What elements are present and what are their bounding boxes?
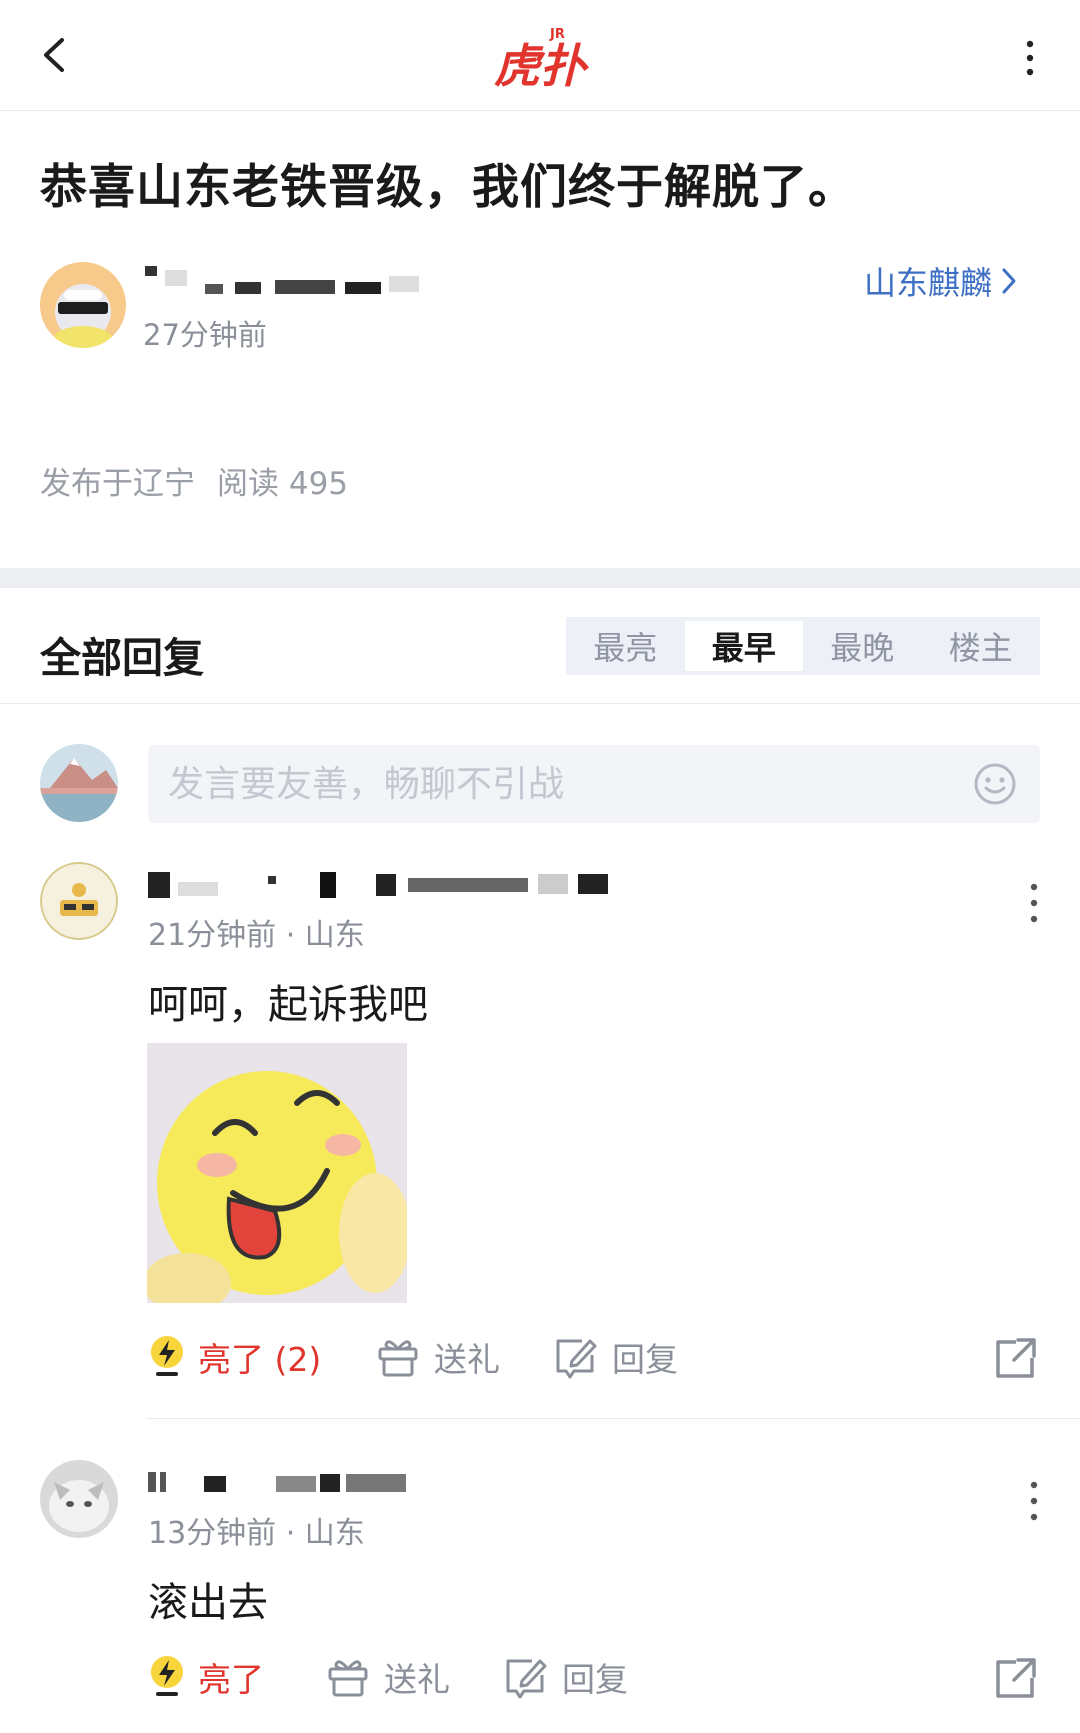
comment-text: 滚出去 bbox=[148, 1580, 268, 1626]
comment-meta: 21分钟前 · 山东 bbox=[148, 918, 365, 953]
comment-author-redacted bbox=[148, 1472, 406, 1492]
comment-avatar[interactable] bbox=[40, 862, 118, 940]
emoji-icon[interactable] bbox=[972, 761, 1018, 807]
comment-divider bbox=[146, 1418, 1080, 1419]
edit-reply-icon bbox=[556, 1339, 597, 1379]
post-meta: 发布于辽宁 阅读 495 bbox=[40, 458, 348, 503]
board-link[interactable]: 山东麒麟 bbox=[864, 258, 1018, 304]
comment-text: 呵呵，起诉我吧 bbox=[148, 982, 428, 1028]
section-divider bbox=[0, 568, 1080, 588]
like-button[interactable]: 亮了 (2) bbox=[150, 1333, 321, 1381]
top-bar: JR 虎扑 bbox=[0, 0, 1080, 111]
reply-input[interactable] bbox=[148, 745, 928, 823]
gift-label: 送礼 bbox=[384, 1660, 450, 1699]
share-icon[interactable] bbox=[994, 1656, 1038, 1700]
logo-text: 虎扑 bbox=[494, 39, 589, 92]
like-count: 亮了 (2) bbox=[198, 1340, 322, 1379]
author-avatar-image bbox=[40, 262, 126, 348]
post-time: 27分钟前 bbox=[143, 318, 267, 352]
comment-sticker-image[interactable] bbox=[147, 1043, 407, 1303]
comment-meta: 13分钟前 · 山东 bbox=[148, 1516, 365, 1551]
my-avatar[interactable] bbox=[40, 744, 118, 822]
post-location: 发布于辽宁 bbox=[40, 466, 195, 502]
board-name: 山东麒麟 bbox=[864, 264, 993, 302]
chevron-right-icon bbox=[1002, 268, 1016, 294]
comment-avatar-image bbox=[40, 1460, 118, 1538]
lightning-icon bbox=[151, 1336, 183, 1376]
author-name-redacted bbox=[145, 266, 419, 294]
post-reads: 阅读 495 bbox=[217, 466, 349, 502]
gift-button[interactable]: 送礼 bbox=[326, 1653, 450, 1701]
comment-avatar-image bbox=[40, 862, 118, 940]
comment-author-redacted bbox=[148, 872, 608, 898]
author-avatar[interactable] bbox=[40, 262, 126, 348]
gift-button[interactable]: 送礼 bbox=[376, 1333, 500, 1381]
logo-mark: JR 虎扑 bbox=[494, 27, 589, 93]
like-button[interactable]: 亮了 bbox=[150, 1653, 264, 1701]
share-icon[interactable] bbox=[994, 1336, 1038, 1380]
reply-button[interactable]: 回复 bbox=[502, 1653, 628, 1701]
app-logo: JR 虎扑 bbox=[480, 20, 610, 93]
laughing-emoji-sticker bbox=[147, 1043, 407, 1303]
more-vertical-icon[interactable] bbox=[1022, 882, 1046, 924]
comment-avatar[interactable] bbox=[40, 1460, 118, 1538]
post-title: 恭喜山东老铁晋级，我们终于解脱了。 bbox=[40, 160, 856, 215]
reply-label: 回复 bbox=[612, 1340, 678, 1379]
replies-title: 全部回复 bbox=[40, 634, 204, 682]
sort-tabs: 最亮 最早 最晚 楼主 bbox=[566, 617, 1040, 675]
like-count: 亮了 bbox=[198, 1660, 264, 1699]
sort-tab-brightest[interactable]: 最亮 bbox=[566, 617, 685, 675]
sort-tab-op-only[interactable]: 楼主 bbox=[922, 617, 1041, 675]
gift-icon bbox=[328, 1660, 368, 1697]
more-vertical-icon[interactable] bbox=[1022, 1480, 1046, 1522]
my-avatar-image bbox=[40, 744, 118, 822]
gift-label: 送礼 bbox=[434, 1340, 500, 1379]
more-vertical-icon[interactable] bbox=[1010, 36, 1050, 80]
edit-reply-icon bbox=[506, 1659, 547, 1699]
reply-composer bbox=[148, 745, 1040, 823]
lightning-icon bbox=[151, 1656, 183, 1696]
back-icon[interactable] bbox=[30, 30, 80, 80]
reply-button[interactable]: 回复 bbox=[552, 1333, 678, 1381]
gift-icon bbox=[378, 1340, 418, 1377]
header-divider bbox=[0, 703, 1080, 704]
sort-tab-earliest[interactable]: 最早 bbox=[684, 621, 803, 671]
sort-tab-latest[interactable]: 最晚 bbox=[803, 617, 922, 675]
reply-label: 回复 bbox=[562, 1660, 628, 1699]
